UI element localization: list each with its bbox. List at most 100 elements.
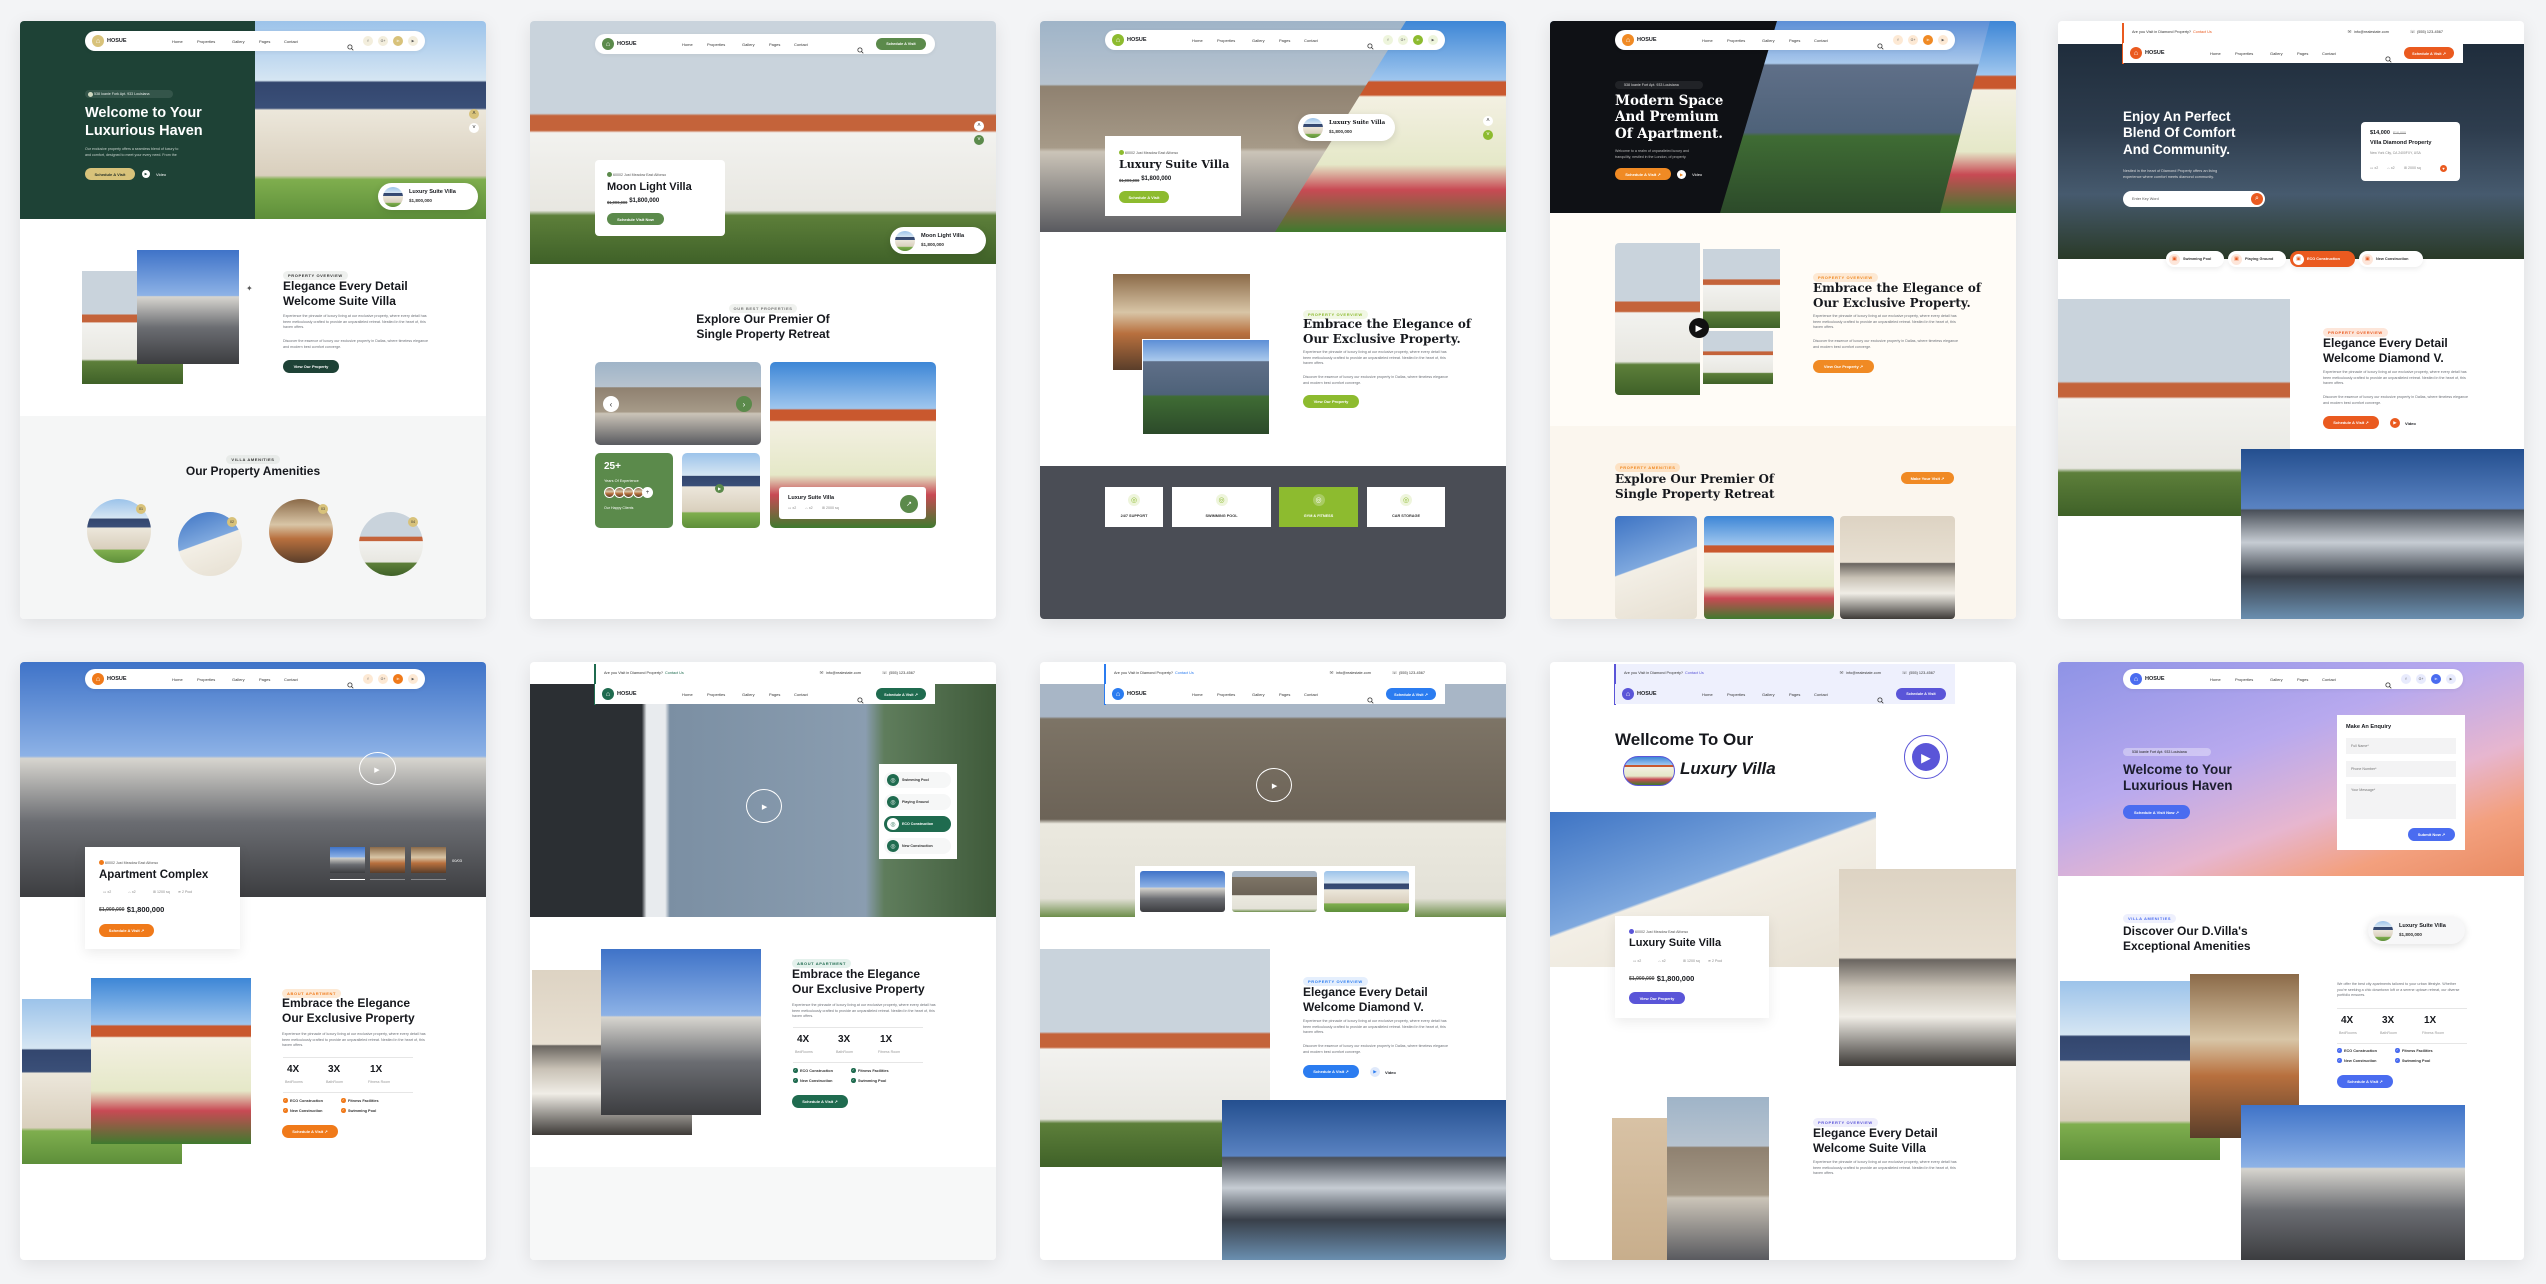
nav-item-properties[interactable]: Properties bbox=[2235, 51, 2253, 56]
search-icon[interactable] bbox=[2385, 50, 2392, 63]
facebook-icon[interactable]: f bbox=[1383, 35, 1393, 45]
topbar-email[interactable]: info@realestate.com bbox=[2354, 30, 2389, 34]
chevron-left-icon[interactable]: ‹ bbox=[603, 396, 619, 412]
schedule-visit-button[interactable]: Schedule A Visit bbox=[1896, 688, 1946, 700]
youtube-icon[interactable]: ▶ bbox=[2446, 674, 2456, 684]
amenity-item[interactable]: ◎ Playing Ground bbox=[884, 794, 951, 810]
nav-item-gallery[interactable]: Gallery bbox=[1762, 38, 1775, 43]
linkedin-icon[interactable]: in bbox=[1923, 35, 1933, 45]
youtube-icon[interactable]: ▶ bbox=[1938, 35, 1948, 45]
nav-item-pages[interactable]: Pages bbox=[1789, 38, 1800, 43]
nav-item-pages[interactable]: Pages bbox=[259, 39, 270, 44]
schedule-visit-button[interactable]: Schedule A Visit ↗ bbox=[2404, 47, 2454, 59]
contact-us-link[interactable]: Contact Us bbox=[665, 671, 684, 675]
nav-item-pages[interactable]: Pages bbox=[769, 692, 780, 697]
nav-item-gallery[interactable]: Gallery bbox=[2270, 51, 2283, 56]
phone-number-input[interactable] bbox=[2346, 761, 2456, 777]
nav-item-home[interactable]: Home bbox=[682, 692, 693, 697]
view-property-button[interactable]: View Our Property ↗ bbox=[1813, 360, 1874, 373]
facebook-icon[interactable]: f bbox=[363, 36, 373, 46]
nav-item-pages[interactable]: Pages bbox=[259, 677, 270, 682]
search-icon[interactable] bbox=[1877, 691, 1884, 704]
full-name-input[interactable] bbox=[2346, 738, 2456, 754]
nav-item-properties[interactable]: Properties bbox=[1217, 692, 1235, 697]
submit-button[interactable]: Submit Now ↗ bbox=[2408, 828, 2455, 841]
nav-item-properties[interactable]: Properties bbox=[197, 39, 215, 44]
schedule-visit-button[interactable]: Schedule A Visit bbox=[876, 38, 926, 50]
facebook-icon[interactable]: f bbox=[1893, 35, 1903, 45]
schedule-visit-button[interactable]: Schedule A Visit ↗ bbox=[1303, 1065, 1359, 1078]
video-play-ring[interactable]: ▶ bbox=[1256, 768, 1292, 802]
feature-pill[interactable]: ▣ Playing Ground bbox=[2228, 251, 2286, 267]
nav-item-gallery[interactable]: Gallery bbox=[2270, 677, 2283, 682]
chevron-right-icon[interactable]: › bbox=[736, 396, 752, 412]
schedule-visit-button[interactable]: Schedule A Visit Now ↗ bbox=[2123, 805, 2190, 819]
amenity-item[interactable]: ◎ Swimming Pool bbox=[884, 772, 951, 788]
service-card[interactable]: ◎ SWIMMING POOL bbox=[1172, 487, 1271, 527]
schedule-visit-button[interactable]: Schedule A Visit ↗ bbox=[2323, 416, 2379, 429]
topbar-email[interactable]: info@realestate.com bbox=[1846, 671, 1881, 675]
nav-item-properties[interactable]: Properties bbox=[2235, 677, 2253, 682]
nav-item-gallery[interactable]: Gallery bbox=[1762, 692, 1775, 697]
google-plus-icon[interactable]: G+ bbox=[378, 674, 388, 684]
service-card[interactable]: ◎ 24/7 SUPPORT bbox=[1105, 487, 1163, 527]
facebook-icon[interactable]: f bbox=[2401, 674, 2411, 684]
nav-item-pages[interactable]: Pages bbox=[2297, 51, 2308, 56]
search-icon[interactable] bbox=[347, 676, 354, 689]
schedule-visit-button[interactable]: Schedule A Visit ↗ bbox=[1386, 688, 1436, 700]
schedule-visit-button[interactable]: Schedule A Visit ↗ bbox=[1615, 168, 1671, 180]
nav-item-properties[interactable]: Properties bbox=[707, 42, 725, 47]
nav-item-gallery[interactable]: Gallery bbox=[1252, 692, 1265, 697]
view-property-button[interactable]: View Our Property bbox=[1629, 992, 1685, 1004]
nav-item-contact[interactable]: Contact bbox=[1814, 692, 1828, 697]
youtube-icon[interactable]: ▶ bbox=[408, 674, 418, 684]
nav-item-gallery[interactable]: Gallery bbox=[232, 677, 245, 682]
linkedin-icon[interactable]: in bbox=[393, 674, 403, 684]
amenity-item[interactable]: ◎ New Construction bbox=[884, 838, 951, 854]
linkedin-icon[interactable]: in bbox=[1413, 35, 1423, 45]
nav-item-contact[interactable]: Contact bbox=[284, 677, 298, 682]
feature-pill[interactable]: ▣ New Construction bbox=[2359, 251, 2423, 267]
chevron-up-icon[interactable]: ˄ bbox=[469, 109, 479, 119]
amenity-item[interactable]: ◎ ECO Construction bbox=[884, 816, 951, 832]
contact-us-link[interactable]: Contact Us bbox=[2193, 30, 2212, 34]
arrow-up-right-icon[interactable]: ↗ bbox=[900, 495, 918, 513]
youtube-icon[interactable]: ▶ bbox=[1428, 35, 1438, 45]
search-icon[interactable] bbox=[1877, 37, 1884, 50]
nav-item-home[interactable]: Home bbox=[1702, 692, 1713, 697]
nav-item-contact[interactable]: Contact bbox=[1304, 692, 1318, 697]
topbar-email[interactable]: info@realestate.com bbox=[826, 671, 861, 675]
chevron-down-icon[interactable]: ˅ bbox=[1483, 130, 1493, 140]
nav-item-contact[interactable]: Contact bbox=[2322, 51, 2336, 56]
favorite-icon[interactable]: ♥ bbox=[2440, 165, 2447, 172]
nav-item-gallery[interactable]: Gallery bbox=[742, 692, 755, 697]
video-play-ring[interactable]: ▶ bbox=[359, 752, 396, 785]
google-plus-icon[interactable]: G+ bbox=[378, 36, 388, 46]
nav-item-pages[interactable]: Pages bbox=[1279, 692, 1290, 697]
nav-item-home[interactable]: Home bbox=[2210, 51, 2221, 56]
nav-item-properties[interactable]: Properties bbox=[197, 677, 215, 682]
nav-item-contact[interactable]: Contact bbox=[1304, 38, 1318, 43]
nav-item-properties[interactable]: Properties bbox=[1727, 38, 1745, 43]
chevron-up-icon[interactable]: ˄ bbox=[1483, 116, 1493, 126]
video-play-ring[interactable]: ▶ bbox=[746, 789, 782, 823]
nav-item-pages[interactable]: Pages bbox=[1789, 692, 1800, 697]
nav-item-properties[interactable]: Properties bbox=[707, 692, 725, 697]
feature-pill[interactable]: ▣ ECO Construction bbox=[2290, 251, 2355, 267]
schedule-visit-button[interactable]: Schedule A Visit ↗ bbox=[876, 688, 926, 700]
facebook-icon[interactable]: f bbox=[363, 674, 373, 684]
service-card[interactable]: ◎ GYM & FITNESS bbox=[1279, 487, 1358, 527]
contact-us-link[interactable]: Contact Us bbox=[1685, 671, 1704, 675]
video-link[interactable]: Video bbox=[2405, 421, 2416, 426]
chevron-up-icon[interactable]: ˄ bbox=[974, 121, 984, 131]
video-link[interactable]: Video bbox=[1692, 172, 1702, 177]
nav-item-home[interactable]: Home bbox=[1192, 692, 1203, 697]
chevron-down-icon[interactable]: ˅ bbox=[974, 135, 984, 145]
search-icon[interactable] bbox=[857, 691, 864, 704]
schedule-visit-button[interactable]: Schedule A Visit ↗ bbox=[792, 1095, 848, 1108]
nav-item-pages[interactable]: Pages bbox=[2297, 677, 2308, 682]
google-plus-icon[interactable]: G+ bbox=[1908, 35, 1918, 45]
view-property-button[interactable]: View Our Property bbox=[1303, 395, 1359, 408]
nav-item-home[interactable]: Home bbox=[1192, 38, 1203, 43]
nav-item-pages[interactable]: Pages bbox=[769, 42, 780, 47]
